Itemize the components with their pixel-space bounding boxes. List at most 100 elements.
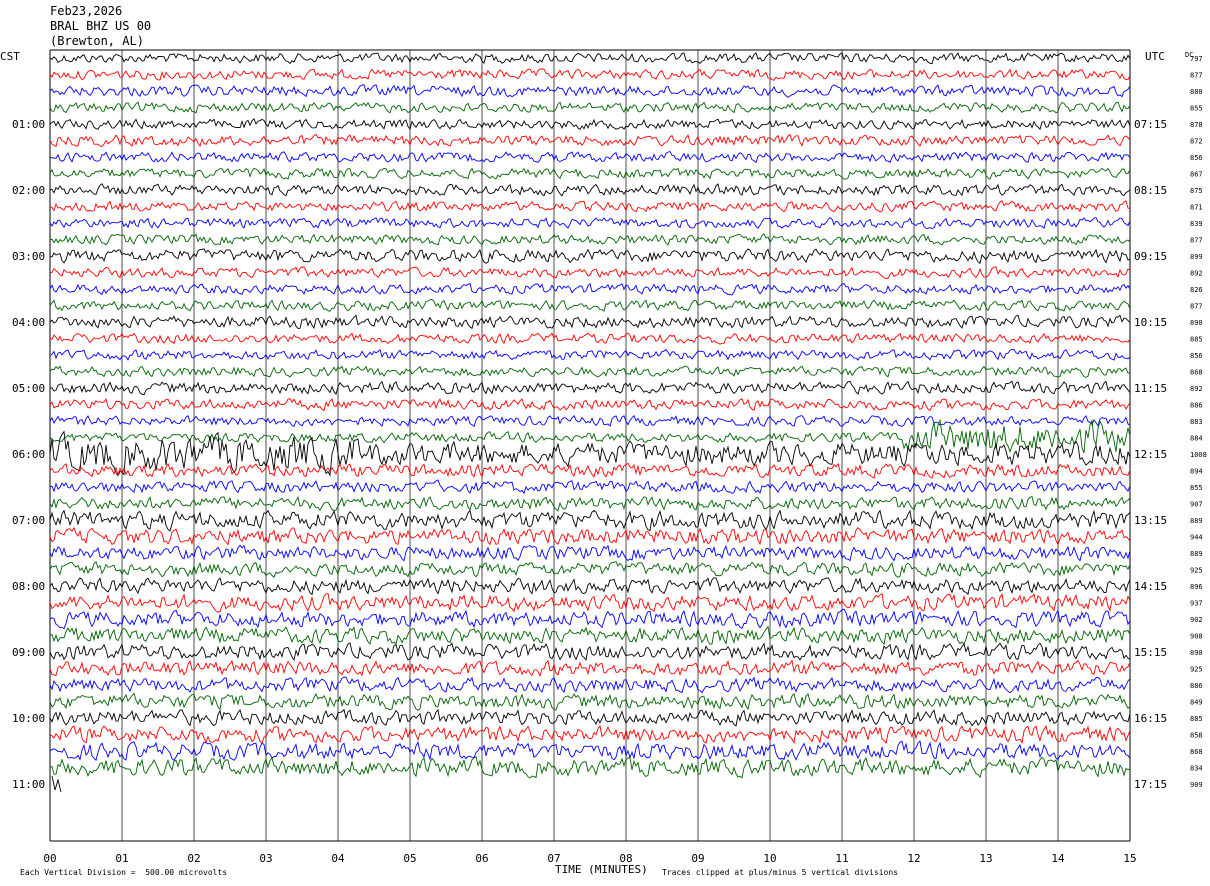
dc-offset-label: 886 bbox=[1190, 682, 1203, 690]
left-hour-label: 11:00 bbox=[12, 778, 45, 791]
dc-offset-label: 868 bbox=[1190, 748, 1203, 756]
x-tick-label: 08 bbox=[619, 852, 632, 865]
x-tick-label: 11 bbox=[835, 852, 848, 865]
left-timezone-label: CST bbox=[0, 50, 20, 63]
trace-line bbox=[49, 608, 1131, 630]
dc-offset-label: 907 bbox=[1190, 501, 1203, 509]
left-hour-label: 04:00 bbox=[12, 316, 45, 329]
trace-line bbox=[49, 266, 1131, 279]
seismic-traces bbox=[49, 52, 1131, 793]
dc-offset-label: 889 bbox=[1190, 550, 1203, 558]
x-tick-label: 05 bbox=[403, 852, 416, 865]
trace-line bbox=[49, 248, 1131, 265]
dc-offset-label: 867 bbox=[1190, 171, 1203, 179]
left-hour-label: 07:00 bbox=[12, 514, 45, 527]
dc-offset-label: 877 bbox=[1190, 303, 1203, 311]
trace-line bbox=[49, 365, 1131, 378]
left-hour-label: 06:00 bbox=[12, 448, 45, 461]
trace-line bbox=[49, 592, 1131, 613]
dc-offset-label: 834 bbox=[1190, 765, 1203, 773]
dc-offset-label: 872 bbox=[1190, 138, 1203, 146]
trace-line bbox=[49, 414, 1131, 428]
trace-line bbox=[49, 167, 1131, 180]
trace-line bbox=[49, 314, 1131, 330]
scale-note: Each Vertical Division = 500.00 microvol… bbox=[20, 868, 228, 877]
trace-line bbox=[49, 544, 1131, 562]
right-hour-label: 13:15 bbox=[1134, 514, 1167, 527]
trace-line bbox=[49, 68, 1131, 81]
trace-line bbox=[49, 133, 1131, 148]
left-hour-label: 10:00 bbox=[12, 712, 45, 725]
dc-offset-label: 856 bbox=[1190, 352, 1203, 360]
trace-line bbox=[49, 526, 1131, 546]
left-hour-label: 03:00 bbox=[12, 250, 45, 263]
dc-offset-label: 937 bbox=[1190, 600, 1203, 608]
dc-offset-label: 884 bbox=[1190, 435, 1203, 443]
left-hour-label: 09:00 bbox=[12, 646, 45, 659]
trace-line bbox=[49, 348, 1131, 361]
dc-offset-label: 826 bbox=[1190, 286, 1203, 294]
dc-offset-label: 885 bbox=[1190, 336, 1203, 344]
helicorder-plot: CST UTC DC TIME (MINUTES) 00 01 02 03 04 05 06… bbox=[0, 49, 1207, 876]
trace-line bbox=[49, 625, 1131, 646]
trace-line bbox=[49, 332, 1131, 345]
trace-line bbox=[49, 52, 1131, 65]
trace-line bbox=[49, 708, 1131, 727]
dc-offset-label: 925 bbox=[1190, 567, 1203, 575]
trace-line bbox=[49, 200, 1131, 213]
trace-line bbox=[49, 233, 1131, 246]
x-tick-label: 15 bbox=[1123, 852, 1136, 865]
dc-offset-label: 855 bbox=[1190, 105, 1203, 113]
right-hour-label: 12:15 bbox=[1134, 448, 1167, 461]
dc-offset-label: 909 bbox=[1190, 781, 1203, 789]
x-tick-label: 07 bbox=[547, 852, 560, 865]
dc-offset-label: 1008 bbox=[1190, 451, 1207, 459]
dc-offset-label: 894 bbox=[1190, 468, 1203, 476]
right-hour-label: 11:15 bbox=[1134, 382, 1167, 395]
dc-offset-label: 858 bbox=[1190, 732, 1203, 740]
dc-offset-label: 892 bbox=[1190, 270, 1203, 278]
x-tick-label: 01 bbox=[115, 852, 128, 865]
left-hour-label: 01:00 bbox=[12, 118, 45, 131]
trace-line bbox=[49, 101, 1131, 114]
left-hour-label: 08:00 bbox=[12, 580, 45, 593]
trace-line bbox=[49, 150, 1131, 164]
dc-offset-label: 885 bbox=[1190, 715, 1203, 723]
dc-offset-label: 883 bbox=[1190, 418, 1203, 426]
dc-offset-label: 944 bbox=[1190, 534, 1203, 542]
trace-line bbox=[49, 397, 1131, 412]
dc-offset-label: 797 bbox=[1190, 55, 1203, 63]
right-hour-label: 10:15 bbox=[1134, 316, 1167, 329]
dc-offset-label: 878 bbox=[1190, 121, 1203, 129]
right-hour-label: 14:15 bbox=[1134, 580, 1167, 593]
dc-offset-label: 925 bbox=[1190, 666, 1203, 674]
trace-line bbox=[49, 642, 1131, 662]
x-axis-title: TIME (MINUTES) bbox=[555, 863, 648, 876]
trace-line bbox=[49, 495, 1131, 512]
clip-note: Traces clipped at plus/minus 5 vertical … bbox=[662, 868, 899, 877]
x-tick-label: 02 bbox=[187, 852, 200, 865]
x-tick-label: 13 bbox=[979, 852, 992, 865]
dc-offset-label: 877 bbox=[1190, 72, 1203, 80]
left-hour-label: 02:00 bbox=[12, 184, 45, 197]
trace-line bbox=[49, 84, 1131, 98]
right-hour-label: 17:15 bbox=[1134, 778, 1167, 791]
dc-offset-label: 855 bbox=[1190, 484, 1203, 492]
right-hour-label: 15:15 bbox=[1134, 646, 1167, 659]
dc-offset-label: 871 bbox=[1190, 204, 1203, 212]
x-tick-label: 03 bbox=[259, 852, 272, 865]
trace-line bbox=[49, 755, 1131, 779]
right-timezone-label: UTC bbox=[1145, 50, 1165, 63]
trace-line bbox=[49, 183, 1131, 197]
dc-offset-label: 886 bbox=[1190, 402, 1203, 410]
x-tick-label: 10 bbox=[763, 852, 776, 865]
trace-line bbox=[49, 676, 1131, 694]
dc-offset-label: 902 bbox=[1190, 616, 1203, 624]
right-hour-label: 16:15 bbox=[1134, 712, 1167, 725]
right-hour-label: 08:15 bbox=[1134, 184, 1167, 197]
x-tick-label: 06 bbox=[475, 852, 488, 865]
trace-line bbox=[49, 217, 1131, 230]
trace-line bbox=[49, 560, 1131, 578]
dc-offset-label: 875 bbox=[1190, 187, 1203, 195]
x-tick-label: 00 bbox=[43, 852, 56, 865]
